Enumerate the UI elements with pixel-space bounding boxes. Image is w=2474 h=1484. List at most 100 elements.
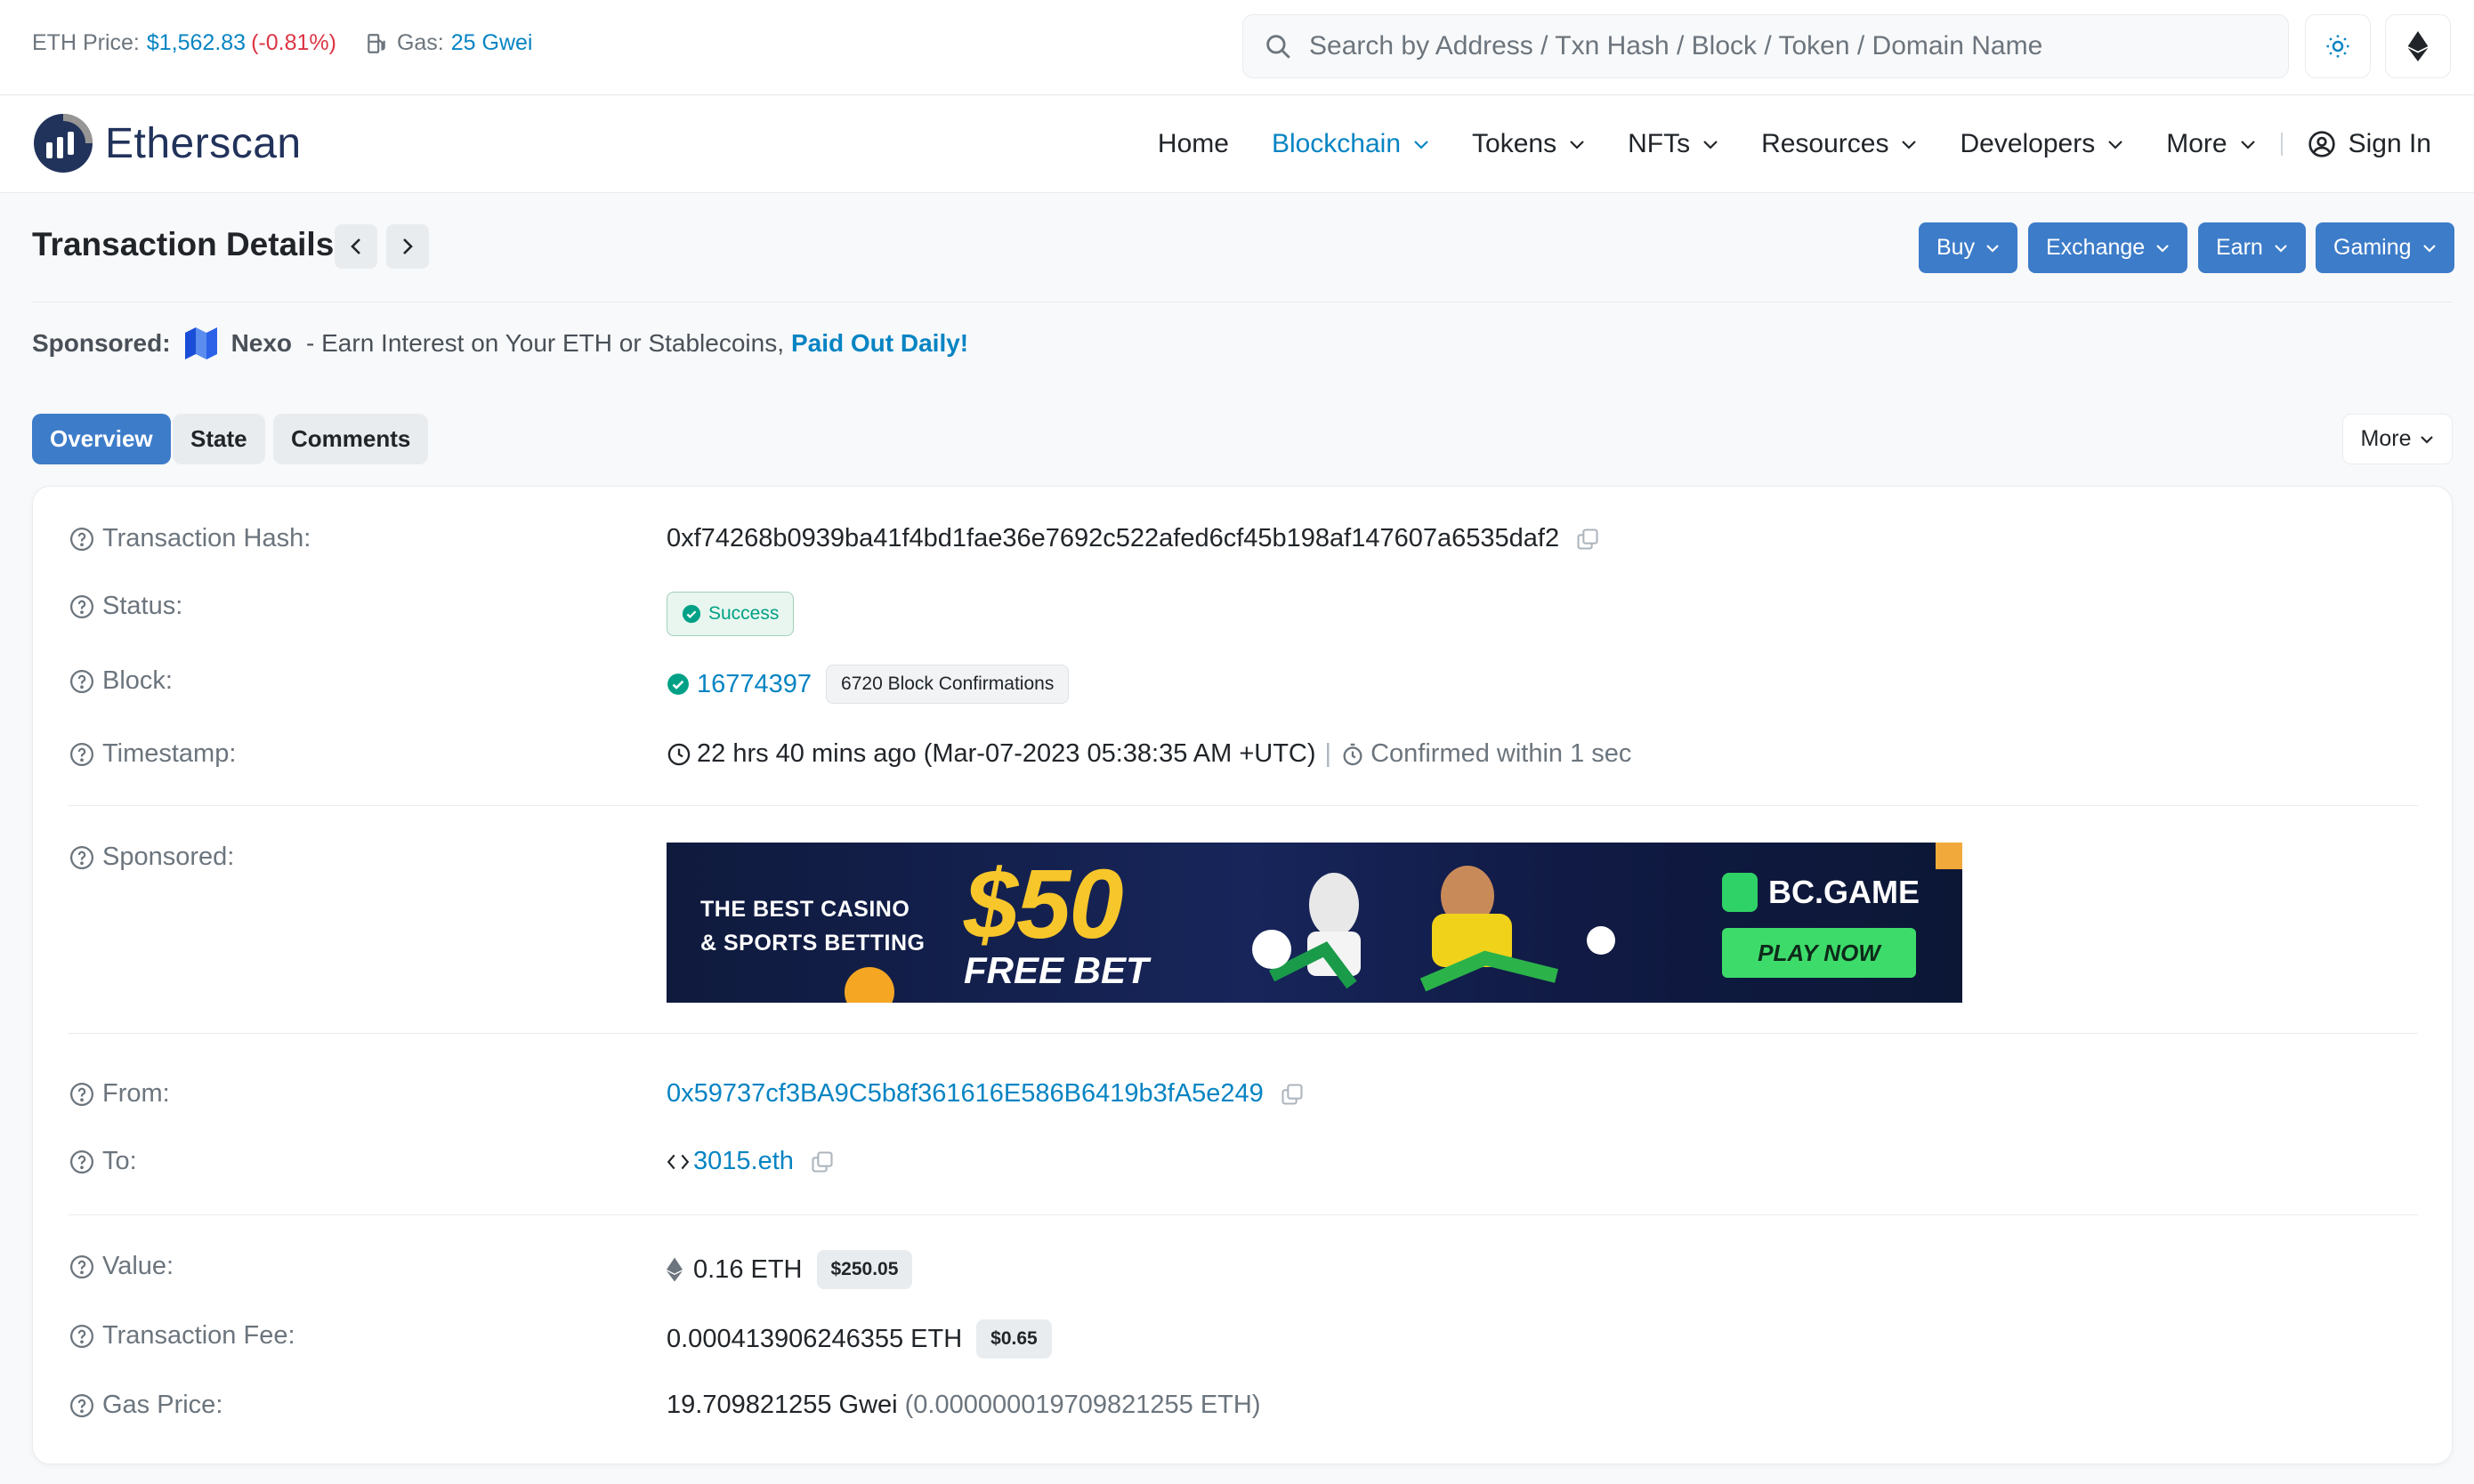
theme-toggle-button[interactable]	[2305, 14, 2371, 78]
banner-tagline-line-1: THE BEST CASINO	[700, 897, 910, 922]
network-selector-button[interactable]	[2385, 14, 2451, 78]
user-circle-icon	[2308, 131, 2335, 157]
question-circle-icon[interactable]	[69, 526, 95, 552]
gaming-button[interactable]: Gaming	[2316, 222, 2454, 273]
eth-price-label: ETH Price:	[32, 30, 140, 55]
ad-choices-icon[interactable]	[1936, 843, 1962, 869]
exchange-button[interactable]: Exchange	[2028, 222, 2188, 273]
from-label: From:	[102, 1079, 170, 1108]
sponsored-label: Sponsored:	[32, 329, 171, 357]
main-nav: Etherscan Home Blockchain Tokens NFTs Re…	[0, 96, 2474, 193]
buy-button[interactable]: Buy	[1919, 222, 2018, 273]
coin-graphic	[845, 967, 894, 1003]
to-label: To:	[102, 1147, 137, 1175]
tab-label: Comments	[291, 425, 411, 452]
from-row-label: From:	[69, 1079, 170, 1109]
clock-icon	[667, 743, 691, 765]
sign-in-label: Sign In	[2348, 129, 2431, 158]
ethereum-icon	[667, 1257, 683, 1282]
gas-price-label: Gas Price:	[102, 1391, 223, 1419]
search-input[interactable]	[1309, 31, 2288, 61]
nav-label: Tokens	[1472, 129, 1557, 158]
question-circle-icon[interactable]	[69, 1149, 95, 1175]
sponsor-brand[interactable]: Nexo	[231, 329, 292, 358]
copy-icon[interactable]	[1280, 1082, 1305, 1107]
more-label: More	[2360, 426, 2412, 451]
sponsor-link[interactable]: Paid Out Daily!	[791, 329, 968, 358]
value-amount: 0.16 ETH	[693, 1254, 803, 1284]
banner-brand: BC.GAME	[1722, 873, 1920, 912]
timestamp-value: 22 hrs 40 mins ago (Mar-07-2023 05:38:35…	[667, 739, 1631, 769]
nav-item-nfts[interactable]: NFTs	[1628, 129, 1718, 159]
transaction-hash-label: Transaction Hash:	[102, 524, 311, 552]
gas-tracker[interactable]: Gas: 25 Gwei	[365, 30, 533, 56]
transaction-details-card: Transaction Hash: 0xf74268b0939ba41f4bd1…	[32, 486, 2453, 1464]
page-title: Transaction Details	[32, 226, 335, 262]
earn-button[interactable]: Earn	[2198, 222, 2306, 273]
block-value: 16774397 6720 Block Confirmations	[667, 665, 1070, 704]
etherscan-logo[interactable]: Etherscan	[32, 112, 302, 174]
copy-icon[interactable]	[1575, 527, 1600, 552]
to-row-label: To:	[69, 1147, 137, 1176]
gas-price-gwei: 19.709821255 Gwei	[667, 1391, 898, 1419]
question-circle-icon[interactable]	[69, 1081, 95, 1108]
eth-price-ticker: ETH Price: $1,562.83 (-0.81%) Gas: 25 Gw…	[32, 30, 532, 56]
banner-play-now-button[interactable]: PLAY NOW	[1722, 928, 1916, 978]
sign-in-link[interactable]: Sign In	[2308, 129, 2431, 159]
question-circle-icon[interactable]	[69, 1254, 95, 1280]
sponsored-row-title: Sponsored:	[102, 843, 235, 871]
gas-label: Gas:	[396, 30, 444, 55]
logo-text: Etherscan	[105, 119, 302, 167]
transaction-hash[interactable]: 0xf74268b0939ba41f4bd1fae36e7692c522afed…	[667, 524, 1559, 553]
eth-price-value[interactable]: $1,562.83	[147, 30, 246, 56]
chevron-down-icon	[2108, 141, 2123, 149]
tab-state[interactable]: State	[173, 414, 265, 464]
search-bar[interactable]	[1242, 14, 2289, 78]
nav-item-resources[interactable]: Resources	[1761, 129, 1917, 159]
tab-comments[interactable]: Comments	[273, 414, 429, 464]
gas-value[interactable]: 25 Gwei	[451, 30, 533, 56]
nav-item-blockchain[interactable]: Blockchain	[1272, 129, 1429, 159]
nav-menu: Home Blockchain Tokens NFTs Resources De…	[1115, 96, 2431, 192]
chevron-left-icon	[351, 238, 360, 254]
gas-price-eth: (0.000000019709821255 ETH)	[904, 1391, 1261, 1419]
nav-item-home[interactable]: Home	[1158, 129, 1229, 159]
next-transaction-button[interactable]	[386, 224, 429, 269]
nav-item-developers[interactable]: Developers	[1960, 129, 2123, 159]
nexo-logo-icon[interactable]	[183, 327, 219, 359]
nav-label: Resources	[1761, 129, 1889, 158]
search-icon	[1266, 35, 1290, 59]
question-circle-icon[interactable]	[69, 668, 95, 695]
nav-label: NFTs	[1628, 129, 1691, 158]
transaction-fee-row-label: Transaction Fee:	[69, 1321, 295, 1351]
transaction-fee-label: Transaction Fee:	[102, 1321, 295, 1350]
from-address-link[interactable]: 0x59737cf3BA9C5b8f361616E586B6419b3fA5e2…	[667, 1079, 1264, 1109]
previous-transaction-button[interactable]	[335, 224, 377, 269]
nav-item-tokens[interactable]: Tokens	[1472, 129, 1585, 159]
question-circle-icon[interactable]	[69, 741, 95, 768]
value-row-label: Value:	[69, 1252, 174, 1281]
exchange-label: Exchange	[2046, 235, 2146, 260]
question-circle-icon[interactable]	[69, 593, 95, 620]
tab-overview[interactable]: Overview	[32, 414, 171, 464]
copy-icon[interactable]	[810, 1149, 835, 1174]
transaction-fee-value: 0.000413906246355 ETH $0.65	[667, 1319, 1052, 1359]
question-circle-icon[interactable]	[69, 1323, 95, 1350]
block-confirmations-badge: 6720 Block Confirmations	[826, 665, 1070, 704]
to-address-link[interactable]: 3015.eth	[693, 1147, 794, 1176]
more-options-button[interactable]: More	[2342, 414, 2453, 464]
transaction-fee-amount: 0.000413906246355 ETH	[667, 1324, 963, 1353]
value-label: Value:	[102, 1252, 174, 1280]
question-circle-icon[interactable]	[69, 1392, 95, 1419]
bc-game-ad-banner[interactable]: THE BEST CASINO & SPORTS BETTING $50 FRE…	[667, 843, 1962, 1003]
chevron-down-icon	[1902, 141, 1917, 149]
status-value: Success	[667, 592, 795, 636]
nav-label: Developers	[1960, 129, 2096, 158]
nav-divider	[2280, 133, 2283, 156]
code-brackets-icon	[667, 1154, 690, 1169]
value-value: 0.16 ETH $250.05	[667, 1250, 913, 1289]
question-circle-icon[interactable]	[69, 844, 95, 871]
eth-price-change: (-0.81%)	[251, 30, 336, 55]
block-number-link[interactable]: 16774397	[697, 670, 812, 699]
nav-item-more[interactable]: More	[2166, 129, 2255, 159]
